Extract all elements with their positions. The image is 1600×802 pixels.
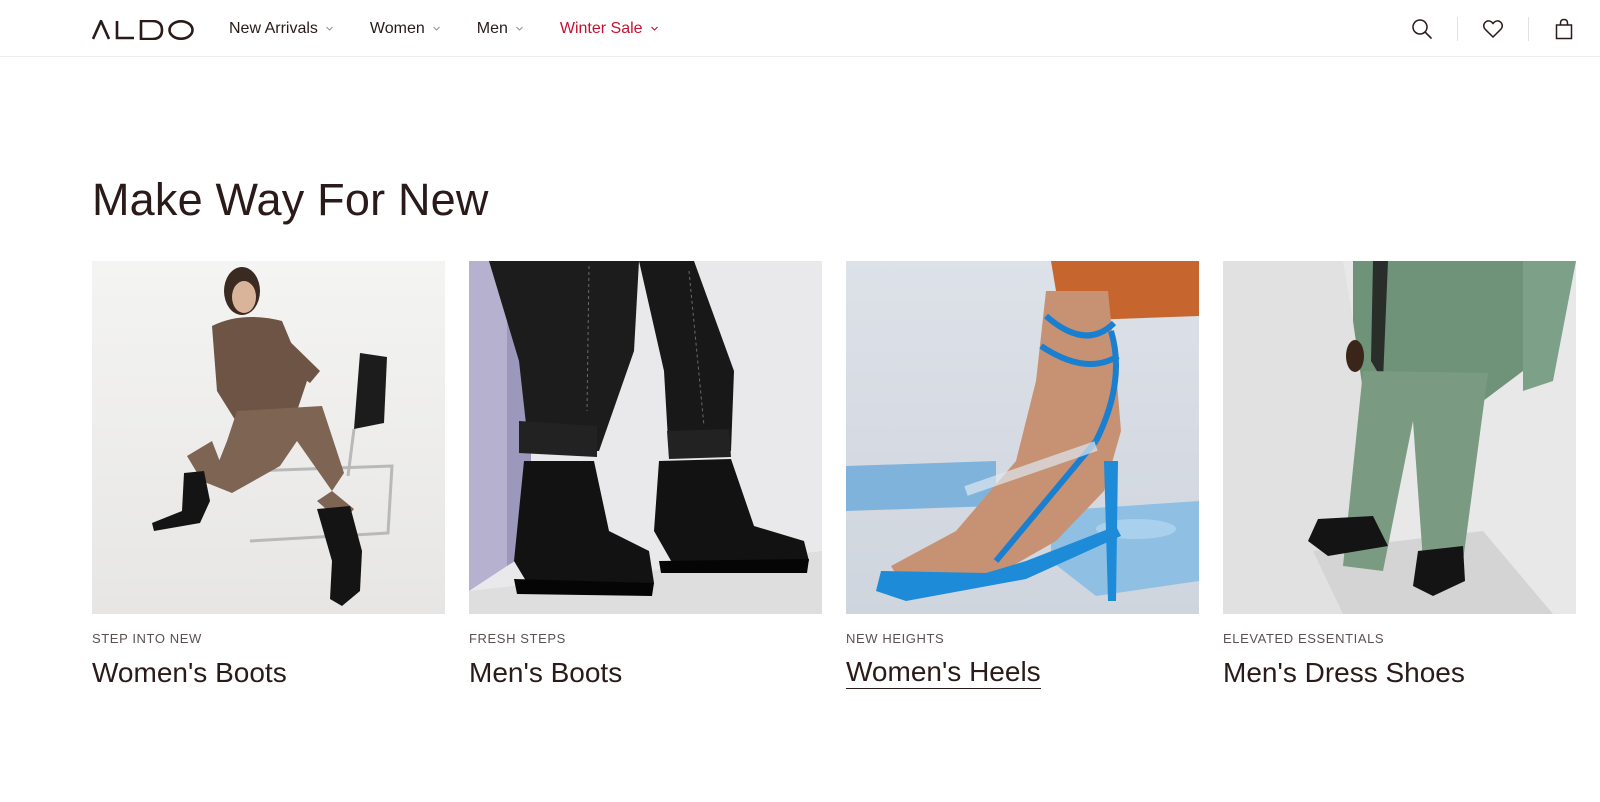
site-header: New Arrivals Women Men Winter Sale bbox=[0, 0, 1600, 57]
chevron-down-icon bbox=[515, 24, 524, 33]
search-icon[interactable] bbox=[1410, 17, 1434, 41]
chevron-down-icon bbox=[432, 24, 441, 33]
nav-item-label: Men bbox=[476, 19, 508, 37]
nav-item-label: Winter Sale bbox=[559, 19, 643, 37]
nav-item-label: Women bbox=[369, 19, 425, 37]
heart-icon[interactable] bbox=[1481, 17, 1505, 41]
shopping-bag-icon[interactable] bbox=[1552, 17, 1576, 41]
category-image-mens-dress-shoes[interactable] bbox=[1223, 261, 1576, 614]
header-divider bbox=[1457, 16, 1458, 41]
category-title-link[interactable]: Men's Dress Shoes bbox=[1223, 655, 1465, 691]
category-card-womens-boots[interactable]: STEP INTO NEW Women's Boots bbox=[92, 261, 445, 691]
nav-item-men[interactable]: Men bbox=[477, 20, 524, 38]
category-image-mens-boots[interactable] bbox=[469, 261, 822, 614]
nav-item-winter-sale[interactable]: Winter Sale bbox=[560, 20, 659, 38]
header-divider bbox=[1528, 16, 1529, 41]
chevron-down-icon bbox=[650, 24, 659, 33]
section-title: Make Way For New bbox=[92, 174, 489, 225]
header-actions bbox=[1410, 0, 1576, 57]
main-nav: New Arrivals Women Men Winter Sale bbox=[229, 0, 695, 57]
category-card-mens-dress-shoes[interactable]: ELEVATED ESSENTIALS Men's Dress Shoes bbox=[1223, 261, 1576, 691]
chevron-down-icon bbox=[325, 24, 334, 33]
category-carousel: STEP INTO NEW Women's Boots FRESH STEPS … bbox=[92, 261, 1600, 691]
category-eyebrow: STEP INTO NEW bbox=[92, 631, 202, 646]
category-card-womens-heels[interactable]: NEW HEIGHTS Women's Heels bbox=[846, 261, 1199, 691]
category-title-link[interactable]: Women's Boots bbox=[92, 655, 287, 691]
category-eyebrow: ELEVATED ESSENTIALS bbox=[1223, 631, 1385, 646]
category-card-mens-boots[interactable]: FRESH STEPS Men's Boots bbox=[469, 261, 822, 691]
category-title-link[interactable]: Women's Heels bbox=[846, 655, 1041, 689]
category-title-link[interactable]: Men's Boots bbox=[469, 655, 622, 691]
category-eyebrow: FRESH STEPS bbox=[469, 631, 566, 646]
nav-item-women[interactable]: Women bbox=[370, 20, 441, 38]
category-image-womens-boots[interactable] bbox=[92, 261, 445, 614]
category-eyebrow: NEW HEIGHTS bbox=[846, 631, 945, 646]
nav-item-label: New Arrivals bbox=[229, 19, 318, 37]
nav-item-new-arrivals[interactable]: New Arrivals bbox=[229, 20, 334, 38]
aldo-logo[interactable] bbox=[92, 20, 194, 40]
category-image-womens-heels[interactable] bbox=[846, 261, 1199, 614]
aldo-logo-wordmark bbox=[92, 20, 194, 40]
